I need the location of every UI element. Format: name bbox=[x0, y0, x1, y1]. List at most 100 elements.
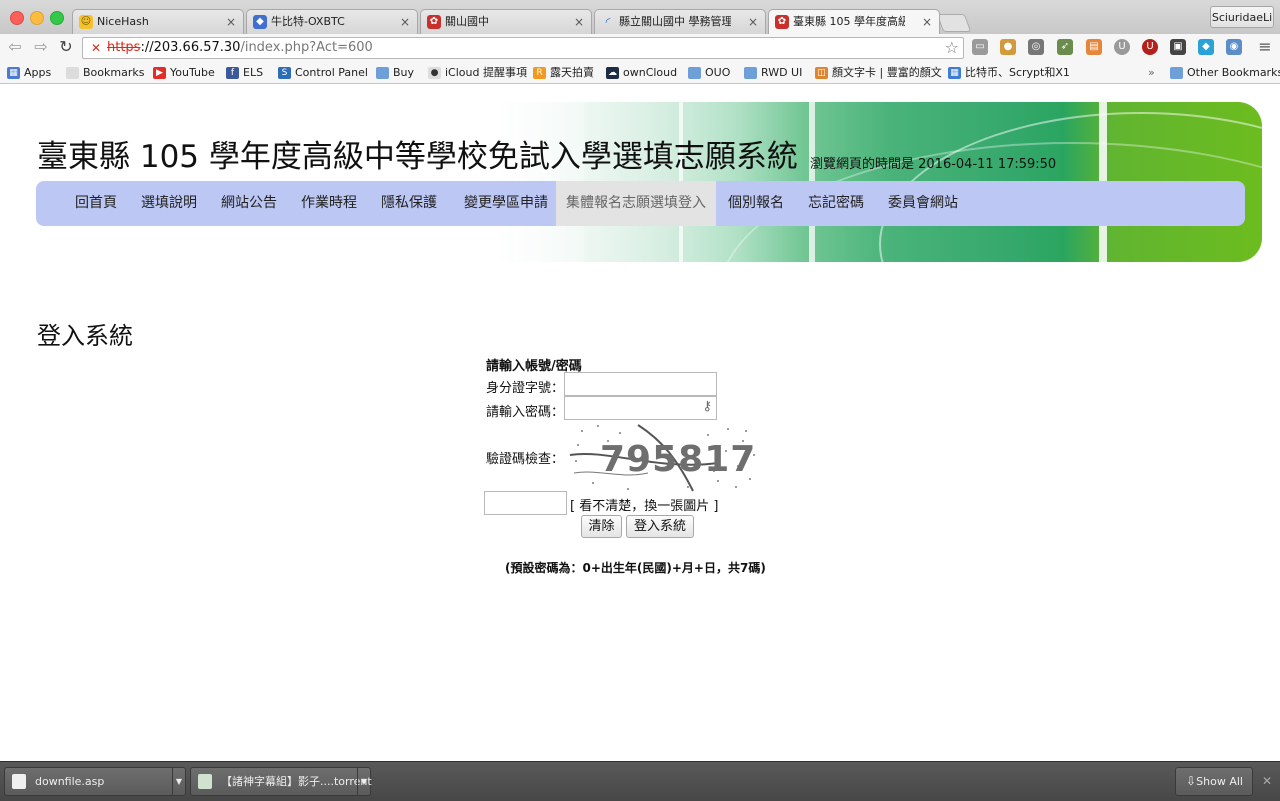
bookmark-label: RWD UI bbox=[761, 66, 803, 79]
tab-title: 臺東縣 105 學年度高級中等 bbox=[793, 15, 905, 28]
bookmark-bookmarks[interactable]: Bookmarks bbox=[66, 65, 144, 81]
extension-icon[interactable]: ▤ bbox=[1086, 39, 1102, 55]
bookmarks-icon bbox=[66, 67, 79, 79]
bookmark-label: Control Panel bbox=[295, 66, 368, 79]
bookmark-label: iCloud 提醒事項 bbox=[445, 66, 527, 79]
extension-icon[interactable]: ◆ bbox=[1198, 39, 1214, 55]
password-input[interactable]: ⚷ bbox=[564, 396, 717, 420]
refresh-captcha-link[interactable]: [ 看不清楚，換一張圖片 ] bbox=[570, 495, 718, 514]
minimize-window-button[interactable] bbox=[30, 11, 44, 25]
broken-lock-icon[interactable]: ✕ bbox=[89, 41, 103, 55]
close-tab-icon[interactable]: × bbox=[922, 10, 932, 34]
other-bookmarks[interactable]: Other Bookmarks bbox=[1170, 65, 1280, 81]
bookmark-rwd-ui[interactable]: RWD UI bbox=[744, 65, 802, 81]
close-tab-icon[interactable]: × bbox=[748, 10, 758, 34]
nav-announcements[interactable]: 網站公告 bbox=[213, 181, 285, 226]
download-filename: 【諸神字幕組】影子....torrent bbox=[221, 775, 372, 788]
tab-strip: ☺ NiceHash × ◆ 牛比特-OXBTC × ✿ 關山國中 × ◜ 縣立… bbox=[0, 0, 1280, 34]
bookmark-star-icon[interactable]: ☆ bbox=[945, 38, 959, 58]
ublock-icon[interactable]: U bbox=[1142, 39, 1158, 55]
url-host: ://203.66.57.30 bbox=[140, 40, 241, 55]
password-label: 請輸入密碼： bbox=[486, 405, 565, 420]
tab-guanshan-junior-high[interactable]: ✿ 關山國中 × bbox=[420, 9, 592, 34]
bookmark-icloud[interactable]: ● iCloud 提醒事項 bbox=[428, 65, 527, 81]
address-bar[interactable]: ✕ https://203.66.57.30/index.php?Act=600… bbox=[82, 37, 964, 59]
bookmark-control-panel[interactable]: S Control Panel bbox=[278, 65, 368, 81]
bookmark-kaomoji[interactable]: ◫ 顏文字卡 | 豐富的顏文 bbox=[815, 65, 948, 81]
bitcoin-icon: ▦ bbox=[948, 67, 961, 79]
folder-icon bbox=[1170, 67, 1183, 79]
youtube-icon: ▶ bbox=[153, 67, 166, 79]
close-tab-icon[interactable]: × bbox=[574, 10, 584, 34]
extension-icon[interactable]: U bbox=[1114, 39, 1130, 55]
bookmarks-overflow-chevron[interactable]: » bbox=[1148, 65, 1155, 81]
camera-icon[interactable]: ◉ bbox=[1226, 39, 1242, 55]
tab-enrollment-system[interactable]: ✿ 臺東縣 105 學年度高級中等 × bbox=[768, 9, 940, 34]
tab-title: 縣立關山國中 學務管理系統 bbox=[619, 15, 731, 28]
nav-group-registration-login[interactable]: 集體報名志願選填登入 bbox=[556, 181, 716, 226]
extension-icon[interactable]: ▣ bbox=[1170, 39, 1186, 55]
nav-individual-registration[interactable]: 個別報名 bbox=[720, 181, 792, 226]
bookmark-owncloud[interactable]: ☁ ownCloud bbox=[606, 65, 677, 81]
bookmark-label: 露天拍賣 bbox=[550, 66, 594, 79]
tab-title: 關山國中 bbox=[445, 15, 489, 28]
close-window-button[interactable] bbox=[10, 11, 24, 25]
menu-icon[interactable]: ≡ bbox=[1256, 38, 1274, 56]
bookmark-els[interactable]: f ELS bbox=[226, 65, 263, 81]
download-item[interactable]: 【諸神字幕組】影子....torrent ▼ bbox=[190, 767, 372, 796]
bookmark-apps[interactable]: ▦ Apps bbox=[7, 65, 51, 81]
facebook-icon: f bbox=[226, 67, 239, 79]
cloud-icon: ☁ bbox=[606, 67, 619, 79]
tab-school-affairs[interactable]: ◜ 縣立關山國中 學務管理系統 × bbox=[594, 9, 766, 34]
default-password-note: (預設密碼為：0+出生年(民國)+月+日，共7碼) bbox=[505, 561, 766, 575]
nav-privacy[interactable]: 隱私保護 bbox=[373, 181, 445, 226]
tab-nicehash[interactable]: ☺ NiceHash × bbox=[72, 9, 244, 34]
url-text[interactable]: https://203.66.57.30/index.php?Act=600 bbox=[107, 38, 373, 58]
nav-home[interactable]: 回首頁 bbox=[62, 181, 130, 226]
document-icon bbox=[12, 774, 26, 789]
bookmark-ouo[interactable]: OUO bbox=[688, 65, 730, 81]
tab-oxbtc[interactable]: ◆ 牛比特-OXBTC × bbox=[246, 9, 418, 34]
url-path: /index.php?Act=600 bbox=[240, 40, 373, 55]
close-tab-icon[interactable]: × bbox=[400, 10, 410, 34]
kaomoji-icon: ◫ bbox=[815, 67, 828, 79]
extension-icon[interactable]: ● bbox=[1000, 39, 1016, 55]
key-icon[interactable]: ⚷ bbox=[702, 399, 712, 414]
bookmark-bitcoin[interactable]: ▦ 比特币、Scrypt和X1 bbox=[948, 65, 1083, 81]
login-button[interactable]: 登入系統 bbox=[626, 515, 694, 538]
download-item[interactable]: downfile.asp ▼ bbox=[4, 767, 186, 796]
bookmark-youtube[interactable]: ▶ YouTube bbox=[153, 65, 215, 81]
forward-arrow-icon[interactable]: ⇨ bbox=[32, 38, 50, 56]
nav-instructions[interactable]: 選填說明 bbox=[133, 181, 205, 226]
bookmarks-bar: ▦ Apps Bookmarks ▶ YouTube f ELS S Control P… bbox=[0, 62, 1280, 84]
control-panel-icon: S bbox=[278, 67, 291, 79]
close-shelf-icon[interactable]: ✕ bbox=[1262, 774, 1272, 788]
apps-grid-icon: ▦ bbox=[7, 67, 20, 79]
clear-button[interactable]: 清除 bbox=[581, 515, 622, 538]
bookmark-label: ownCloud bbox=[623, 66, 678, 79]
extension-icon[interactable]: ➶ bbox=[1057, 39, 1073, 55]
extension-icon[interactable]: ◎ bbox=[1028, 39, 1044, 55]
reload-icon[interactable]: ↻ bbox=[57, 38, 75, 56]
show-all-downloads-button[interactable]: ⇩ Show All bbox=[1175, 767, 1253, 796]
new-tab-button[interactable] bbox=[936, 14, 972, 32]
close-tab-icon[interactable]: × bbox=[226, 10, 236, 34]
download-menu-arrow-icon[interactable]: ▼ bbox=[357, 768, 370, 795]
ruten-icon: R bbox=[533, 67, 546, 79]
profile-button[interactable]: SciuridaeLi bbox=[1210, 6, 1274, 28]
nav-forgot-password[interactable]: 忘記密碼 bbox=[800, 181, 872, 226]
captcha-svg: 795817 bbox=[568, 421, 760, 493]
nav-change-school-district[interactable]: 變更學區申請 bbox=[454, 181, 558, 226]
bookmark-buy[interactable]: Buy bbox=[376, 65, 414, 81]
cast-extension-icon[interactable]: ▭ bbox=[972, 39, 988, 55]
nav-committee-website[interactable]: 委員會網站 bbox=[880, 181, 966, 226]
back-arrow-icon[interactable]: ⇦ bbox=[6, 38, 24, 56]
nav-schedule[interactable]: 作業時程 bbox=[293, 181, 365, 226]
captcha-input[interactable] bbox=[484, 491, 567, 515]
id-number-input[interactable] bbox=[564, 372, 717, 396]
id-number-label: 身分證字號： bbox=[486, 381, 565, 396]
bookmark-ruten[interactable]: R 露天拍賣 bbox=[533, 65, 594, 81]
zoom-window-button[interactable] bbox=[50, 11, 64, 25]
folder-icon bbox=[688, 67, 701, 79]
download-menu-arrow-icon[interactable]: ▼ bbox=[172, 768, 185, 795]
